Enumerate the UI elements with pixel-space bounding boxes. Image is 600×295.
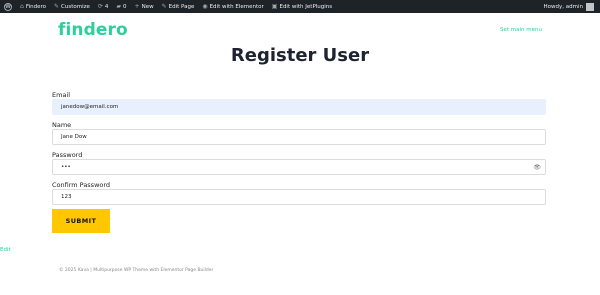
comment-icon: ▰ bbox=[116, 2, 122, 10]
submit-button[interactable]: SUBMIT bbox=[52, 209, 110, 233]
customize-link[interactable]: ✎ Customize bbox=[50, 0, 94, 13]
updates-link[interactable]: ⟳ 4 bbox=[94, 0, 113, 13]
confirm-password-value: 123 bbox=[61, 194, 72, 200]
new-content-link[interactable]: + New bbox=[131, 0, 158, 13]
password-value: ••• bbox=[61, 164, 71, 170]
edit-page-link[interactable]: ✎ Edit Page bbox=[158, 0, 199, 13]
comments-count: 0 bbox=[123, 3, 127, 10]
comments-link[interactable]: ▰ 0 bbox=[112, 0, 130, 13]
home-icon: ⌂ bbox=[20, 2, 24, 10]
updates-count: 4 bbox=[104, 3, 109, 10]
password-field[interactable]: ••• 👁 bbox=[52, 159, 546, 175]
password-label: Password bbox=[52, 151, 83, 159]
edit-elementor-label: Edit with Elementor bbox=[209, 3, 264, 10]
name-field[interactable]: Jane Dow bbox=[52, 129, 546, 145]
edit-jetplugins-link[interactable]: ▣ Edit with JetPlugins bbox=[268, 0, 336, 13]
avatar bbox=[586, 2, 594, 11]
plus-icon: + bbox=[134, 2, 140, 10]
admin-bar: W ⌂ Findero ✎ Customize ⟳ 4 ▰ 0 + New ✎ … bbox=[0, 0, 600, 13]
site-name-link[interactable]: ⌂ Findero bbox=[16, 0, 50, 13]
name-value: Jane Dow bbox=[61, 134, 87, 140]
set-main-menu-link[interactable]: Set main menu bbox=[500, 27, 542, 33]
howdy-text: Howdy, admin bbox=[543, 3, 583, 10]
jetplugins-icon: ▣ bbox=[271, 2, 278, 10]
edit-link[interactable]: Edit bbox=[0, 247, 11, 253]
email-value: janedow@email.com bbox=[61, 104, 119, 110]
name-label: Name bbox=[52, 121, 72, 129]
new-label: New bbox=[141, 3, 154, 10]
brush-icon: ✎ bbox=[53, 2, 60, 10]
customize-label: Customize bbox=[61, 3, 90, 10]
site-logo[interactable]: findero bbox=[58, 20, 128, 40]
confirm-password-field[interactable]: 123 bbox=[52, 189, 546, 205]
wordpress-logo-icon: W bbox=[4, 2, 12, 11]
page-title: Register User bbox=[230, 45, 370, 66]
edit-jetplugins-label: Edit with JetPlugins bbox=[279, 3, 333, 10]
pencil-icon: ✎ bbox=[161, 2, 167, 10]
wordpress-menu[interactable]: W bbox=[0, 0, 16, 13]
footer-text: © 2025 Kava | Multipurpose WP Theme with… bbox=[59, 268, 214, 273]
email-field[interactable]: janedow@email.com bbox=[52, 99, 546, 115]
account-menu[interactable]: Howdy, admin bbox=[544, 0, 594, 13]
elementor-icon: ◉ bbox=[202, 2, 208, 10]
email-label: Email bbox=[52, 91, 71, 99]
eye-icon[interactable]: 👁 bbox=[533, 164, 541, 171]
updates-icon: ⟳ bbox=[97, 2, 103, 10]
confirm-password-label: Confirm Password bbox=[52, 181, 111, 189]
site-name: Findero bbox=[25, 3, 46, 10]
edit-elementor-link[interactable]: ◉ Edit with Elementor bbox=[198, 0, 267, 13]
edit-page-label: Edit Page bbox=[168, 3, 195, 10]
